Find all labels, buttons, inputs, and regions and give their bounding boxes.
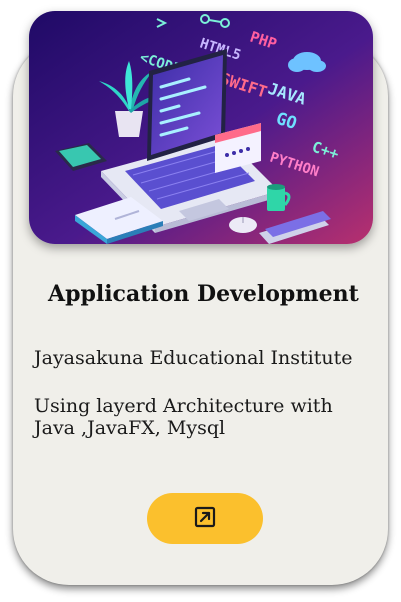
project-title: Application Development bbox=[48, 281, 359, 307]
project-description: Using layerd Architecture with Java ,Jav… bbox=[34, 395, 333, 439]
open-in-new-icon bbox=[194, 506, 216, 531]
open-project-button[interactable] bbox=[147, 493, 263, 544]
project-hero-image: <CODE> HTML5 PHP SWIFT JAVA GO C++ PYTHO… bbox=[29, 11, 373, 244]
organization-name: Jayasakuna Educational Institute bbox=[34, 347, 353, 369]
mouse-illustration bbox=[229, 217, 257, 233]
